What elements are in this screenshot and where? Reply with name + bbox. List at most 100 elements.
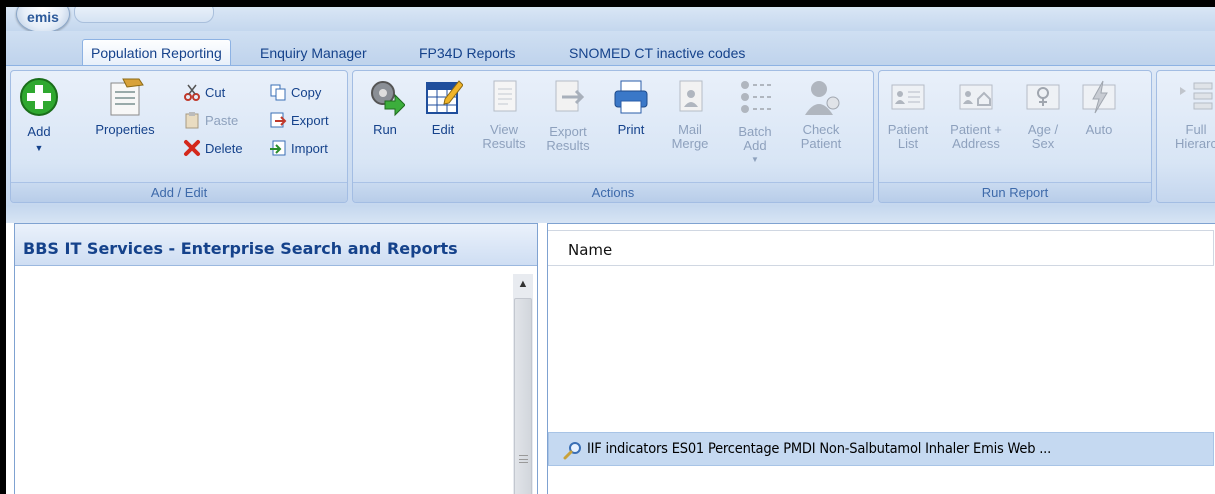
import-label: Import: [291, 140, 328, 156]
emis-application-button[interactable]: emis: [16, 7, 70, 33]
age-sex-label-line1: Age /: [1027, 122, 1059, 137]
patient-list-label-line1: Patient: [887, 122, 929, 137]
scrollbar-thumb[interactable]: [514, 298, 532, 494]
column-header-label: Name: [568, 241, 613, 259]
batch-add-label-line1: Batch: [738, 124, 772, 139]
title-bar: emis: [6, 7, 1215, 33]
add-button[interactable]: Add ▼: [17, 77, 61, 155]
mail-merge-button[interactable]: Mail Merge: [667, 77, 713, 151]
tab-population-reporting[interactable]: Population Reporting: [82, 39, 231, 65]
tab-enquiry-manager[interactable]: Enquiry Manager: [260, 39, 367, 65]
export-results-label-line1: Export: [549, 124, 587, 139]
full-hierarchy-label-line2: Hierarc: [1175, 136, 1215, 151]
export-icon: [269, 111, 287, 129]
check-patient-label-line2: Patient: [800, 136, 842, 151]
run-button[interactable]: Run: [365, 77, 406, 137]
view-results-button[interactable]: View Results: [481, 77, 527, 151]
check-patient-icon: [801, 77, 841, 117]
delete-button[interactable]: Delete: [183, 139, 243, 157]
report-name-cell: IIF indicators ES01 Percentage PMDI Non-…: [587, 441, 1052, 457]
patient-address-label-line2: Address: [952, 136, 1000, 151]
age-sex-button[interactable]: Age / Sex: [1021, 77, 1065, 151]
delete-x-icon: [183, 139, 201, 157]
batch-add-list-icon: [735, 77, 775, 117]
ribbon: Add ▼ Properties Cut Paste Delete Copy E…: [6, 65, 1215, 205]
search-tree-panel-title: BBS IT Services - Enterprise Search and …: [15, 224, 537, 266]
vertical-scrollbar[interactable]: ▲: [513, 274, 533, 494]
paste-label: Paste: [205, 112, 239, 128]
scissors-icon: [183, 83, 201, 101]
mail-merge-icon: [670, 77, 710, 117]
import-button[interactable]: Import: [269, 139, 328, 157]
full-hierarchy-button[interactable]: Full Hierarc: [1165, 77, 1215, 151]
search-tree-panel: BBS IT Services - Enterprise Search and …: [14, 223, 538, 494]
export-button[interactable]: Export: [269, 111, 329, 129]
run-gear-arrow-icon: [365, 77, 406, 117]
export-label: Export: [291, 112, 329, 128]
age-sex-label-line2: Sex: [1031, 136, 1055, 151]
auto-label: Auto: [1085, 122, 1113, 137]
export-results-label-line2: Results: [546, 138, 590, 153]
actions-group-label: Actions: [353, 182, 873, 202]
copy-button[interactable]: Copy: [269, 83, 321, 101]
copy-label: Copy: [291, 84, 322, 100]
group-hierarchy-partial: Full Hierarc: [1156, 70, 1215, 203]
view-results-label-line1: View: [490, 122, 518, 137]
clipboard-icon: [183, 111, 201, 129]
copy-icon: [269, 83, 287, 101]
edit-label: Edit: [431, 122, 455, 137]
tab-snomed-ct-inactive-codes[interactable]: SNOMED CT inactive codes: [569, 39, 745, 65]
add-edit-group-label: Add / Edit: [11, 182, 347, 202]
properties-icon: [105, 77, 145, 117]
import-icon: [269, 139, 287, 157]
view-results-label-line2: Results: [482, 136, 526, 151]
export-results-icon: [548, 77, 588, 117]
cut-label: Cut: [205, 84, 226, 100]
check-patient-label-line1: Check: [802, 122, 840, 137]
properties-button[interactable]: Properties: [87, 77, 163, 137]
patient-address-icon: [956, 77, 996, 117]
batch-add-chevron-down-icon: ▼: [751, 155, 759, 164]
chevron-down-icon: ▼: [34, 143, 44, 153]
check-patient-button[interactable]: Check Patient: [795, 77, 847, 151]
patient-address-button[interactable]: Patient + Address: [945, 77, 1007, 151]
scrollbar-grip-icon: [519, 455, 528, 463]
mail-merge-label-line2: Merge: [671, 136, 709, 151]
print-label: Print: [617, 122, 645, 137]
column-header-name[interactable]: Name: [548, 230, 1214, 266]
scroll-up-arrow-icon[interactable]: ▲: [513, 274, 533, 296]
run-label: Run: [373, 122, 397, 137]
patient-address-label-line1: Patient +: [950, 122, 1002, 137]
group-actions: Run Edit View Results Export Results Pri…: [352, 70, 874, 203]
edit-table-pencil-icon: [423, 77, 464, 117]
table-row[interactable]: IIF indicators ES01 Percentage PMDI Non-…: [548, 432, 1214, 466]
patient-list-label-line2: List: [897, 136, 919, 151]
view-results-icon: [484, 77, 524, 117]
patient-list-button[interactable]: Patient List: [885, 77, 931, 151]
auto-lightning-icon: [1079, 77, 1119, 117]
ribbon-tabs: Population Reporting Enquiry Manager FP3…: [6, 31, 1215, 65]
group-run-report: Patient List Patient + Address Age / Sex: [878, 70, 1152, 203]
tab-fp34d-reports[interactable]: FP34D Reports: [419, 39, 515, 65]
quick-access-toolbar[interactable]: [74, 7, 214, 23]
printer-icon: [611, 77, 651, 117]
export-results-button[interactable]: Export Results: [543, 77, 593, 153]
paste-button[interactable]: Paste: [183, 111, 238, 129]
print-button[interactable]: Print: [611, 77, 651, 137]
add-icon: [19, 77, 59, 117]
auto-button[interactable]: Auto: [1077, 77, 1121, 137]
age-sex-icon: [1023, 77, 1063, 117]
add-label: Add: [27, 124, 51, 139]
mail-merge-label-line1: Mail: [678, 122, 702, 137]
search-magnifier-icon: [563, 440, 581, 460]
patient-list-icon: [888, 77, 928, 117]
app-window: emis Population Reporting Enquiry Manage…: [0, 0, 1215, 494]
full-hierarchy-label-line1: Full: [1185, 122, 1207, 137]
emis-logo: emis: [27, 9, 59, 25]
ribbon-separator: [6, 205, 1215, 223]
run-report-group-label: Run Report: [879, 182, 1151, 202]
cut-button[interactable]: Cut: [183, 83, 225, 101]
batch-add-button[interactable]: Batch Add ▼: [733, 77, 777, 167]
properties-label: Properties: [95, 122, 155, 137]
edit-button[interactable]: Edit: [423, 77, 464, 137]
